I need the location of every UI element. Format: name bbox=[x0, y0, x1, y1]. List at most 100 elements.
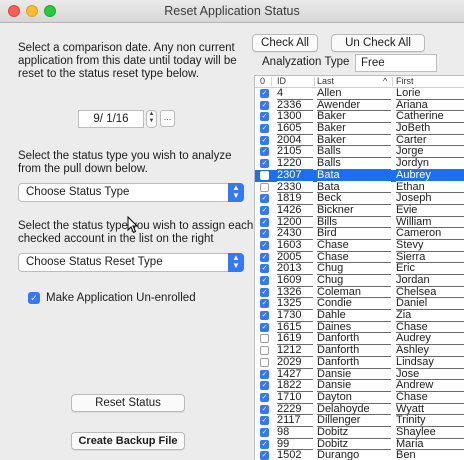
text-cursor-icon bbox=[127, 216, 139, 234]
table-header: 0 ID Last ^ First bbox=[255, 76, 464, 88]
table-row[interactable]: ✓ 1605 Baker JoBeth bbox=[255, 123, 464, 135]
check-all-button[interactable]: Check All bbox=[252, 34, 318, 52]
table-row[interactable]: ✓ 2430 Bird Cameron bbox=[255, 228, 464, 240]
table-row[interactable]: ✓ 2117 Dillenger Trinity bbox=[255, 415, 464, 427]
table-row[interactable]: 2307 Bata Aubrey bbox=[255, 169, 464, 182]
row-last-cell: Durango bbox=[317, 450, 360, 460]
row-checkbox[interactable]: ✓ bbox=[260, 392, 269, 402]
status-reset-type-popup[interactable]: Choose Status Reset Type ▲ ▼ bbox=[18, 253, 244, 272]
column-id-header[interactable]: ID bbox=[277, 76, 286, 87]
assign-prompt-line-2: checked account in the list on the right bbox=[18, 233, 214, 245]
table-row[interactable]: ✓ 99 Dobitz Maria bbox=[255, 439, 464, 451]
row-checkbox[interactable]: ✓ bbox=[260, 427, 269, 437]
column-check-header[interactable]: 0 bbox=[260, 76, 265, 87]
row-checkbox[interactable]: ✓ bbox=[260, 299, 269, 309]
column-last-header[interactable]: Last bbox=[317, 76, 334, 87]
row-checkbox[interactable]: ✓ bbox=[260, 205, 269, 215]
row-checkbox[interactable]: ✓ bbox=[260, 159, 269, 169]
column-divider[interactable] bbox=[392, 77, 393, 86]
table-row[interactable]: ✓ 2105 Balls Jorge bbox=[255, 146, 464, 159]
reset-status-button[interactable]: Reset Status bbox=[71, 394, 185, 412]
uncheck-all-button[interactable]: Un Check All bbox=[331, 34, 425, 52]
table-row[interactable]: ✓ 1426 Bickner Evie bbox=[255, 205, 464, 217]
accounts-table[interactable]: 0 ID Last ^ First ✓ 4 Allen Lorie ✓ 2336 Awend… bbox=[254, 75, 464, 460]
row-checkbox[interactable]: ✓ bbox=[260, 112, 269, 122]
analyzation-type-label: Analyzation Type bbox=[262, 56, 350, 68]
table-row[interactable]: 2330 Bata Ethan bbox=[255, 182, 464, 194]
table-row[interactable]: ✓ 2004 Baker Carter bbox=[255, 135, 464, 147]
date-picker-button[interactable]: ... bbox=[160, 110, 175, 127]
create-backup-button[interactable]: Create Backup File bbox=[71, 432, 185, 450]
analyze-prompt-line-2: from the pull down below. bbox=[18, 163, 148, 175]
row-checkbox[interactable]: ✓ bbox=[260, 229, 269, 239]
status-type-popup[interactable]: Choose Status Type ▲ ▼ bbox=[18, 183, 244, 202]
row-checkbox[interactable] bbox=[260, 182, 269, 192]
row-checkbox[interactable]: ✓ bbox=[260, 194, 269, 204]
row-checkbox[interactable]: ✓ bbox=[260, 276, 269, 285]
row-checkbox[interactable]: ✓ bbox=[260, 100, 269, 110]
sort-ascending-icon: ^ bbox=[383, 76, 388, 86]
table-row[interactable]: ✓ 1822 Dansie Andrew bbox=[255, 380, 464, 392]
row-checkbox[interactable]: ✓ bbox=[260, 147, 269, 157]
comparison-date-field[interactable]: 9/ 1/16 bbox=[78, 110, 144, 128]
row-checkbox[interactable] bbox=[260, 170, 269, 180]
row-checkbox[interactable]: ✓ bbox=[260, 404, 269, 414]
row-checkbox[interactable]: ✓ bbox=[260, 287, 269, 297]
table-row[interactable]: ✓ 1730 Dahle Zia bbox=[255, 310, 464, 322]
table-row[interactable]: ✓ 1615 Daines Chase bbox=[255, 322, 464, 334]
column-divider[interactable] bbox=[271, 77, 272, 86]
table-row[interactable]: ✓ 2336 Awender Ariana bbox=[255, 100, 464, 112]
row-checkbox[interactable]: ✓ bbox=[260, 451, 269, 460]
column-divider[interactable] bbox=[314, 77, 315, 86]
row-checkbox[interactable]: ✓ bbox=[260, 217, 269, 227]
row-checkbox[interactable] bbox=[260, 357, 269, 367]
row-checkbox[interactable]: ✓ bbox=[260, 439, 269, 449]
row-checkbox[interactable]: ✓ bbox=[260, 264, 269, 274]
table-row[interactable]: ✓ 1502 Durango Ben bbox=[255, 450, 464, 460]
intro-line-2: application from this date until today w… bbox=[18, 55, 237, 67]
table-row[interactable]: ✓ 1220 Balls Jordyn bbox=[255, 158, 464, 170]
status-type-popup-value: Choose Status Type bbox=[26, 186, 130, 198]
intro-line-1: Select a comparison date. Any non curren… bbox=[18, 42, 235, 54]
table-row[interactable]: ✓ 1326 Coleman Chelsea bbox=[255, 287, 464, 299]
table-row[interactable]: ✓ 1325 Condie Daniel bbox=[255, 298, 464, 311]
row-checkbox[interactable]: ✓ bbox=[260, 135, 269, 145]
analyzation-type-field[interactable]: Free bbox=[355, 54, 437, 72]
table-row[interactable]: 1619 Danforth Audrey bbox=[255, 333, 464, 346]
table-row[interactable]: 2029 Danforth Lindsay bbox=[255, 357, 464, 369]
row-checkbox[interactable]: ✓ bbox=[260, 369, 269, 379]
table-row[interactable]: ✓ 1427 Dansie Jose bbox=[255, 369, 464, 381]
row-checkbox[interactable]: ✓ bbox=[260, 416, 269, 426]
table-row[interactable]: ✓ 1609 Chug Jordan bbox=[255, 275, 464, 287]
unenroll-option[interactable]: ✓ Make Application Un-enrolled bbox=[28, 292, 196, 304]
unenroll-checkbox[interactable]: ✓ bbox=[28, 292, 40, 304]
table-row[interactable]: ✓ 2229 Delahoyde Wyatt bbox=[255, 404, 464, 416]
table-row[interactable]: 1212 Danforth Ashley bbox=[255, 345, 464, 357]
table-row[interactable]: ✓ 2013 Chug Eric bbox=[255, 263, 464, 275]
table-row[interactable]: ✓ 1200 Bills William bbox=[255, 217, 464, 229]
row-checkbox[interactable]: ✓ bbox=[260, 240, 269, 250]
popup-arrows-icon: ▲ ▼ bbox=[228, 183, 244, 202]
row-checkbox[interactable]: ✓ bbox=[260, 252, 269, 262]
stepper-down-icon[interactable]: ▼ bbox=[149, 118, 155, 124]
table-row[interactable]: ✓ 1300 Baker Catherine bbox=[255, 111, 464, 124]
row-checkbox[interactable]: ✓ bbox=[260, 124, 269, 134]
column-first-header[interactable]: First bbox=[396, 76, 414, 87]
stepper-up-icon[interactable]: ▲ bbox=[149, 111, 155, 117]
row-checkbox[interactable]: ✓ bbox=[260, 89, 269, 98]
table-row[interactable]: ✓ 1819 Beck Joseph bbox=[255, 193, 464, 205]
row-checkbox[interactable]: ✓ bbox=[260, 381, 269, 391]
table-body: ✓ 4 Allen Lorie ✓ 2336 Awender Ariana ✓ 1300 Baker… bbox=[255, 88, 464, 460]
table-row[interactable]: ✓ 4 Allen Lorie bbox=[255, 88, 464, 100]
table-row[interactable]: ✓ 98 Dobitz Shaylee bbox=[255, 427, 464, 439]
title-bar: Reset Application Status bbox=[0, 0, 464, 23]
table-row[interactable]: ✓ 1710 Dayton Chase bbox=[255, 392, 464, 404]
date-stepper[interactable]: ▲ ▼ bbox=[146, 110, 157, 128]
row-checkbox[interactable]: ✓ bbox=[260, 322, 269, 332]
row-checkbox[interactable] bbox=[260, 334, 269, 344]
row-checkbox[interactable] bbox=[260, 346, 269, 356]
row-id-cell: 1502 bbox=[277, 450, 302, 460]
table-row[interactable]: ✓ 1603 Chase Stevy bbox=[255, 240, 464, 252]
table-row[interactable]: ✓ 2005 Chase Sierra bbox=[255, 252, 464, 264]
row-checkbox[interactable]: ✓ bbox=[260, 311, 269, 321]
